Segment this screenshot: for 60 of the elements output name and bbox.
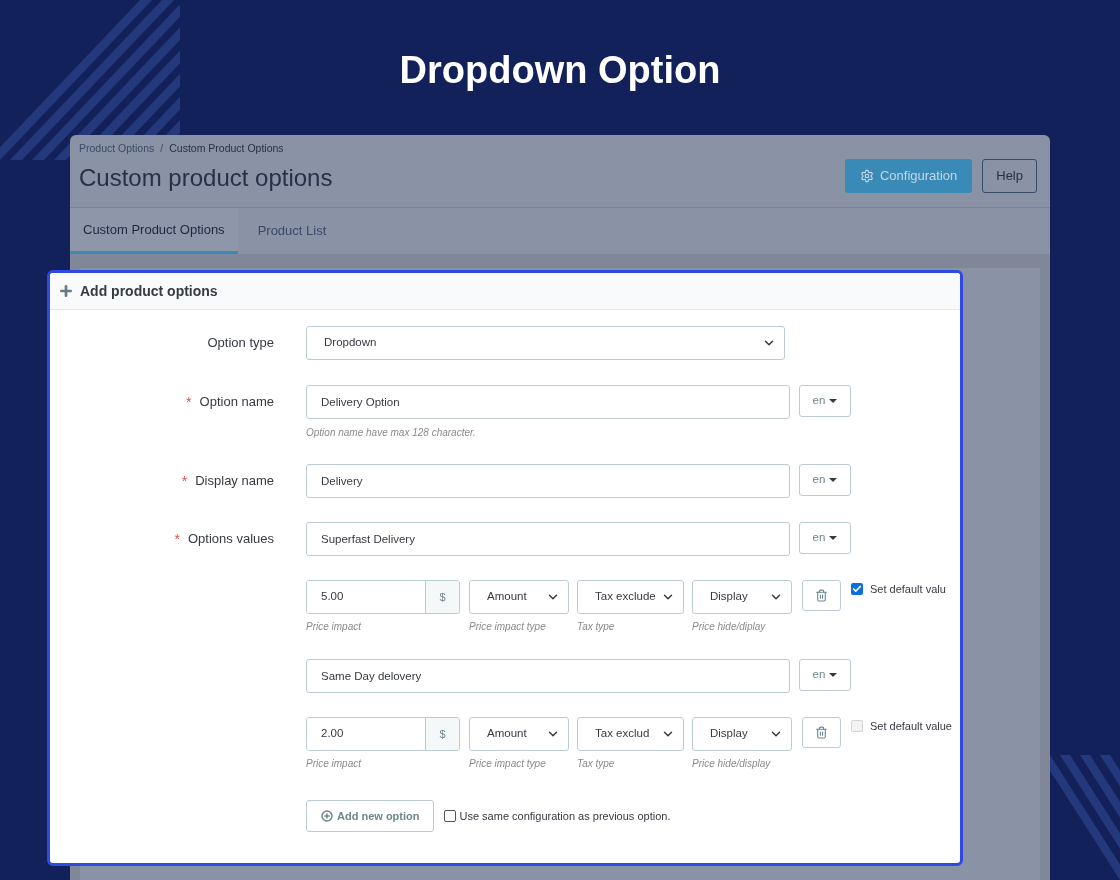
default-checkbox[interactable]	[851, 720, 863, 733]
dropdown[interactable]: Amount	[469, 580, 569, 614]
help-button[interactable]: Help	[982, 159, 1037, 193]
field-hint: Price hide/diplay	[692, 620, 767, 634]
dropdown[interactable]: Tax exclud	[577, 717, 684, 751]
dropdown[interactable]: Display	[692, 580, 792, 614]
tab[interactable]: Custom Product Options	[70, 208, 238, 254]
breadcrumb-separator: /	[160, 141, 164, 155]
plus-circle-icon	[321, 810, 333, 822]
field-hint: Tax type	[577, 757, 616, 771]
delete-button[interactable]	[802, 717, 841, 748]
delete-button[interactable]	[802, 580, 841, 611]
field-label: Display name	[195, 472, 274, 490]
field-hint: Price impact type	[469, 620, 547, 634]
dropdown[interactable]: Dropdown	[306, 326, 785, 360]
currency-addon: $	[425, 718, 459, 750]
text-input[interactable]: Delivery Option	[306, 385, 790, 419]
checkbox-label: Use same configuration as previous option.	[459, 809, 671, 824]
trash-icon	[815, 589, 828, 602]
price-field[interactable]: 5.00 $	[306, 580, 460, 614]
field-label: Options values	[188, 530, 274, 548]
text-input[interactable]: Superfast Delivery	[306, 522, 790, 556]
breadcrumb-item: Custom Product Options	[169, 141, 284, 155]
dropdown[interactable]: Tax exclude	[577, 580, 684, 614]
caret-icon	[829, 478, 838, 482]
trash-icon	[815, 726, 828, 739]
language-button[interactable]: en	[799, 522, 851, 554]
dropdown[interactable]: Display	[692, 717, 792, 751]
same-config-checkbox[interactable]	[444, 810, 457, 823]
checkbox-label: Set default valu	[870, 582, 946, 597]
price-field[interactable]: 2.00 $	[306, 717, 460, 751]
field-label: Option type	[207, 334, 274, 352]
field-hint: Price hide/display	[692, 757, 772, 771]
check-icon	[852, 584, 862, 595]
dropdown[interactable]: Amount	[469, 717, 569, 751]
text-input[interactable]: Same Day delovery	[306, 659, 790, 693]
language-button[interactable]: en	[799, 385, 851, 417]
checkbox-label: Set default value	[870, 719, 952, 734]
caret-icon	[829, 399, 838, 403]
field-hint: Price impact	[306, 757, 363, 771]
currency-addon: $	[425, 581, 459, 613]
plus-icon	[58, 283, 74, 299]
field-hint: Price impact	[306, 620, 363, 634]
required-asterisk: *	[174, 530, 180, 548]
required-asterisk: *	[186, 393, 192, 411]
default-checkbox[interactable]	[851, 583, 863, 596]
language-button[interactable]: en	[799, 464, 851, 496]
page-heading: Custom product options	[79, 163, 333, 193]
field-hint: Price impact type	[469, 757, 547, 771]
caret-icon	[829, 536, 838, 540]
required-asterisk: *	[181, 472, 188, 490]
help-text: Option name have max 128 character.	[306, 426, 477, 440]
text-input[interactable]: Delivery	[306, 464, 790, 498]
field-hint: Tax type	[577, 620, 616, 634]
caret-icon	[829, 673, 838, 677]
add-option-button[interactable]: Add new option	[306, 800, 435, 832]
card-title: Add product options	[80, 281, 218, 301]
field-label: Option name	[199, 393, 274, 411]
page-title: Dropdown Option	[399, 48, 721, 92]
language-button[interactable]: en	[799, 659, 851, 691]
